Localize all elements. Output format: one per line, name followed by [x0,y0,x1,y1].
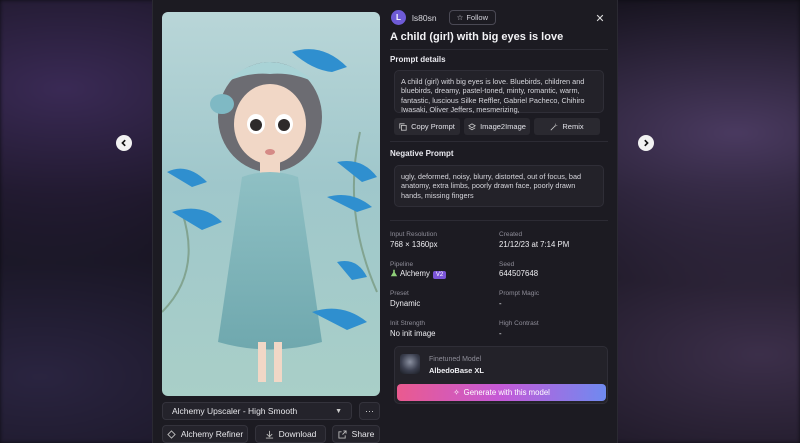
model-thumbnail[interactable] [400,354,420,374]
alchemy-refiner-button[interactable]: Alchemy Refiner [162,425,248,443]
chevron-left-icon [121,139,126,147]
more-options-button[interactable]: ··· [359,402,380,420]
high-contrast-label: High Contrast [499,320,539,327]
model-name[interactable]: AlbedoBase XL [429,366,484,375]
pipeline-value: Alchemy V2 [390,269,447,279]
download-button[interactable]: Download [255,425,326,443]
high-contrast-value: - [499,329,502,338]
init-strength-label: Init Strength [390,320,426,327]
star-icon: ☆ [456,13,464,22]
seed-label: Seed [499,261,515,268]
close-icon: ✕ [595,12,605,25]
next-image-button[interactable] [638,135,654,151]
share-label: Share [351,429,375,439]
avatar[interactable]: L [391,10,406,25]
prompt-text: A child (girl) with big eyes is love. Bl… [394,70,604,114]
negative-prompt-text: ugly, deformed, noisy, blurry, distorted… [394,165,604,207]
model-label: Finetuned Model [429,356,482,363]
generate-label: Generate with this model [463,388,550,397]
upscaler-select-value: Alchemy Upscaler - High Smooth [172,406,298,416]
divider [390,141,608,142]
pipeline-label: Pipeline [390,261,414,268]
flask-icon [390,269,398,277]
pipeline-version-badge: V2 [432,271,447,279]
username[interactable]: ls80sn [412,13,437,23]
divider [390,220,608,221]
previous-image-button[interactable] [116,135,132,151]
generate-with-model-button[interactable]: ✧ Generate with this model [397,384,606,401]
wand-icon [550,123,558,130]
pipeline-name: Alchemy [400,269,430,278]
refiner-label: Alchemy Refiner [180,429,244,439]
follow-button[interactable]: ☆ Follow [448,10,496,25]
page-title: A child (girl) with big eyes is love [390,31,564,43]
copy-prompt-button[interactable]: Copy Prompt [394,118,460,135]
girl-with-bluebirds-illustration [162,49,378,382]
author-row: L ls80sn ☆ Follow [391,10,496,25]
init-strength-value: No init image [390,329,436,338]
generated-image[interactable] [162,12,380,396]
upscaler-select[interactable]: Alchemy Upscaler - High Smooth ▼ [162,402,352,420]
share-button[interactable]: Share [332,425,380,443]
seed-value: 644507648 [499,269,539,278]
image2image-label: Image2Image [480,122,526,131]
input-resolution-value: 768 × 1360px [390,240,438,249]
chevron-right-icon [644,139,649,147]
created-label: Created [499,231,523,238]
created-value: 21/12/23 at 7:14 PM [499,240,570,249]
preset-label: Preset [390,290,409,297]
more-icon: ··· [365,406,374,416]
follow-label: Follow [466,13,488,22]
close-button[interactable]: ✕ [592,10,608,26]
refiner-icon [167,429,176,439]
remix-button[interactable]: Remix [534,118,600,135]
prompt-tools: Copy Prompt Image2Image Remix [394,118,600,135]
finetuned-model-card: Finetuned Model AlbedoBase XL ✧ Generate… [394,346,608,404]
copy-icon [399,122,407,131]
remix-label: Remix [562,122,584,131]
negative-prompt-label: Negative Prompt [390,149,454,158]
prompt-details-label: Prompt details [390,55,446,64]
prompt-magic-value: - [499,299,502,308]
download-label: Download [278,429,317,439]
sparkle-icon: ✧ [453,388,460,397]
copy-prompt-label: Copy Prompt [411,122,455,131]
input-resolution-label: Input Resolution [390,231,437,238]
caret-down-icon: ▼ [335,407,342,415]
prompt-magic-label: Prompt Magic [499,290,540,297]
share-icon [338,429,347,439]
preset-value: Dynamic [390,299,421,308]
image2image-button[interactable]: Image2Image [464,118,530,135]
download-icon [265,430,273,439]
divider [390,49,608,50]
layers-icon [468,122,477,130]
